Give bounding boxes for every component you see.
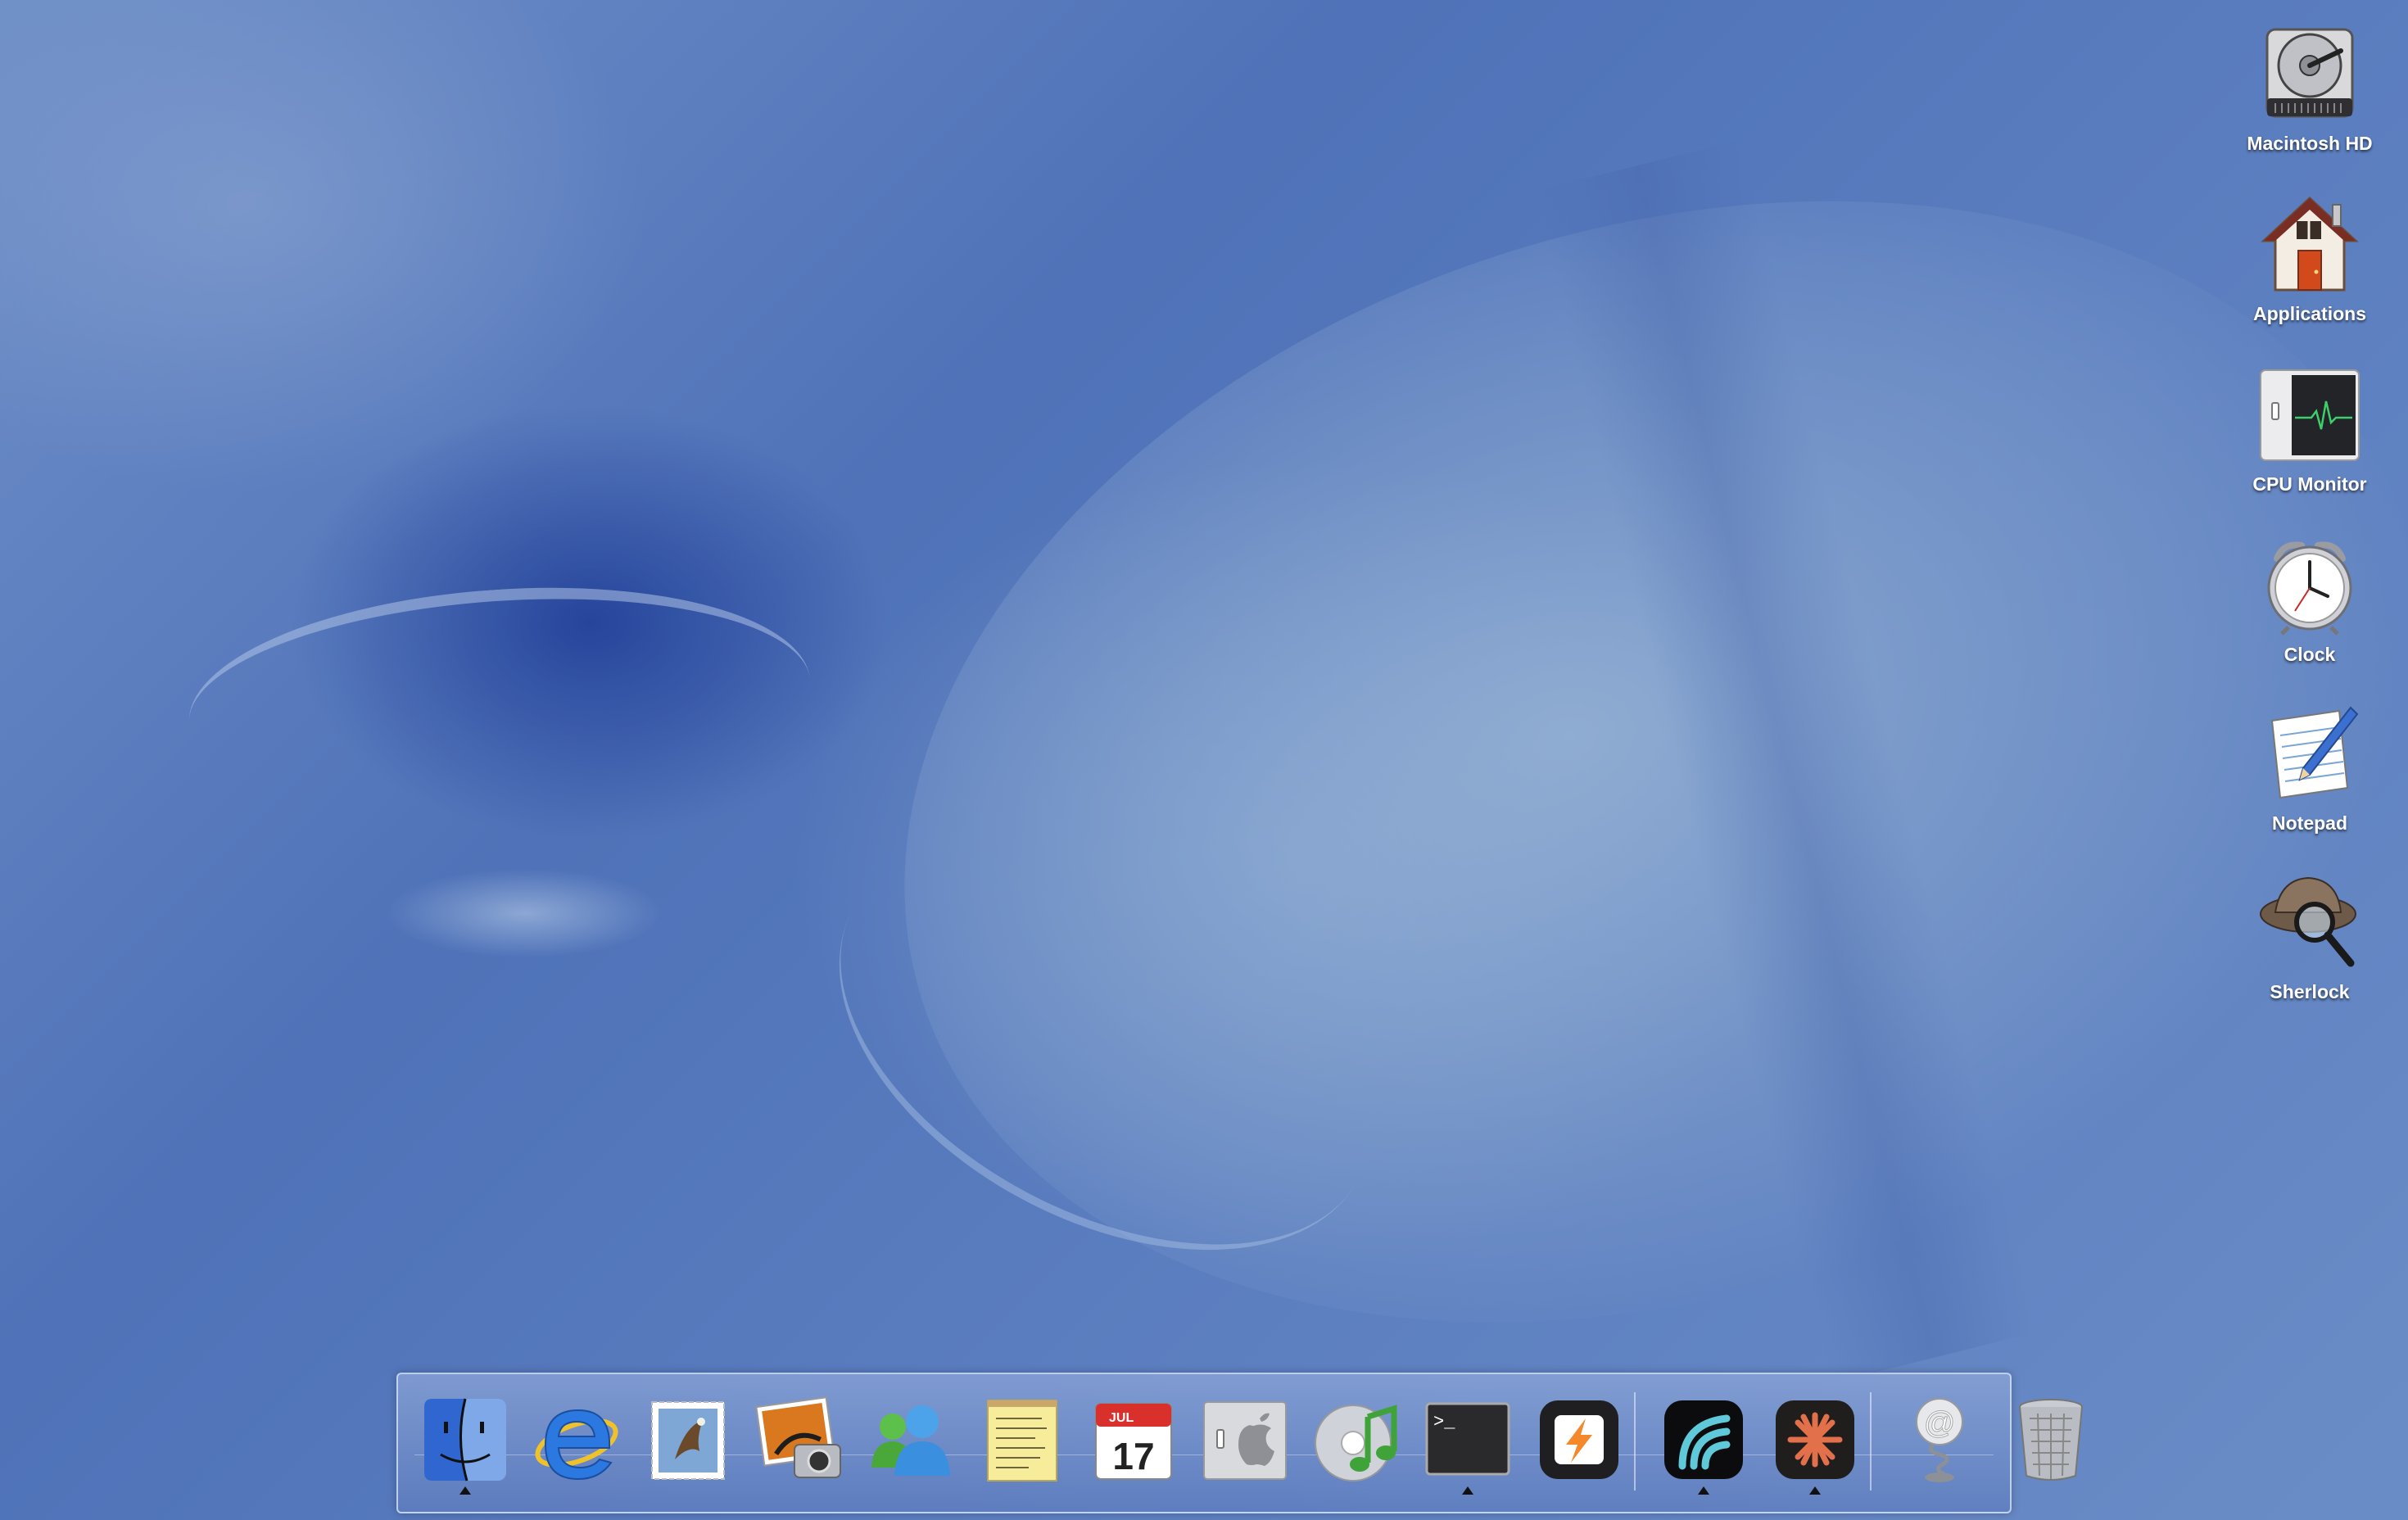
dock-item-calendar[interactable]: JUL 17 (1088, 1394, 1179, 1486)
running-indicator (1698, 1486, 1709, 1495)
iphoto-icon (755, 1396, 841, 1478)
trash-icon (2019, 1399, 2083, 1481)
desktop-icon-label: CPU Monitor (2252, 473, 2367, 495)
dock-item-wave-app[interactable] (1658, 1394, 1749, 1486)
running-indicator (1462, 1486, 1473, 1495)
desktop-icon-label: Macintosh HD (2247, 133, 2373, 154)
wallpaper-swoosh (758, 15, 2408, 1509)
alarm-clock-icon (2267, 541, 2352, 636)
notepad-pencil-icon (2270, 706, 2359, 799)
desktop-icon-applications[interactable]: Applications (2211, 193, 2408, 325)
wallpaper-swoosh (1533, 139, 2038, 1384)
dock-separator (1634, 1392, 1636, 1491)
dock-item-messenger[interactable] (865, 1394, 957, 1486)
desktop-background (0, 0, 2408, 1520)
dock-item-claude[interactable] (1769, 1394, 1861, 1486)
desktop-icon-clock[interactable]: Clock (2211, 534, 2408, 666)
dock-item-notes[interactable] (976, 1394, 1068, 1486)
terminal-prompt: >_ (1433, 1412, 1455, 1432)
running-indicator (459, 1486, 471, 1495)
dock-item-terminal[interactable]: >_ (1422, 1394, 1514, 1486)
messenger-icon (871, 1405, 950, 1476)
notes-icon (987, 1400, 1057, 1482)
dock-item-bolt-app[interactable] (1533, 1394, 1625, 1486)
claude-asterisk-icon (1776, 1400, 1854, 1479)
dock-separator (1870, 1392, 1872, 1491)
desktop-icon-label: Notepad (2272, 812, 2347, 834)
dock-item-mail[interactable] (642, 1394, 734, 1486)
mail-at-icon: @ (1916, 1398, 1963, 1482)
at-sign-glyph: @ (1924, 1406, 1956, 1441)
calendar-icon: JUL 17 (1095, 1403, 1172, 1480)
terminal-icon: >_ (1425, 1402, 1510, 1476)
dock-item-iphoto[interactable] (754, 1394, 845, 1486)
desktop-icon-macintosh-hd[interactable]: Macintosh HD (2211, 23, 2408, 155)
desktop-icon-sherlock[interactable]: Sherlock (2211, 871, 2408, 1003)
wallpaper-swoosh (770, 753, 1442, 1335)
wallpaper-swoosh (181, 568, 818, 836)
desktop-icon-label: Clock (2284, 644, 2336, 665)
calendar-month: JUL (1109, 1411, 1134, 1425)
dock-item-itunes[interactable] (1310, 1394, 1402, 1486)
wallpaper-swoosh (385, 868, 663, 958)
internet-explorer-icon (535, 1409, 618, 1481)
calendar-day: 17 (1112, 1435, 1154, 1477)
dock-item-trash[interactable] (2005, 1394, 2097, 1486)
desktop-icon-cpu-monitor[interactable]: CPU Monitor (2211, 364, 2408, 495)
system-preferences-icon (1203, 1401, 1287, 1480)
desktop-icon-label: Applications (2252, 303, 2366, 324)
house-icon (2261, 196, 2359, 292)
dock-item-finder[interactable] (419, 1394, 511, 1486)
desktop-icon-label: Sherlock (2270, 981, 2350, 1002)
hard-drive-icon (2265, 28, 2354, 118)
wave-app-icon (1664, 1400, 1743, 1479)
sherlock-hat-magnifier-icon (2260, 876, 2356, 967)
itunes-cd-icon (1315, 1405, 1397, 1482)
finder-icon (424, 1398, 506, 1482)
reeder-bolt-icon (1540, 1400, 1618, 1479)
cpu-monitor-icon (2260, 369, 2360, 461)
desktop-icon-notepad[interactable]: Notepad (2211, 703, 2408, 835)
running-indicator (1809, 1486, 1821, 1495)
dock-item-mail-at[interactable]: @ (1894, 1394, 1985, 1486)
dock-item-system-preferences[interactable] (1199, 1394, 1291, 1486)
dock-item-internet-explorer[interactable] (531, 1394, 622, 1486)
mail-stamp-icon (651, 1401, 725, 1480)
